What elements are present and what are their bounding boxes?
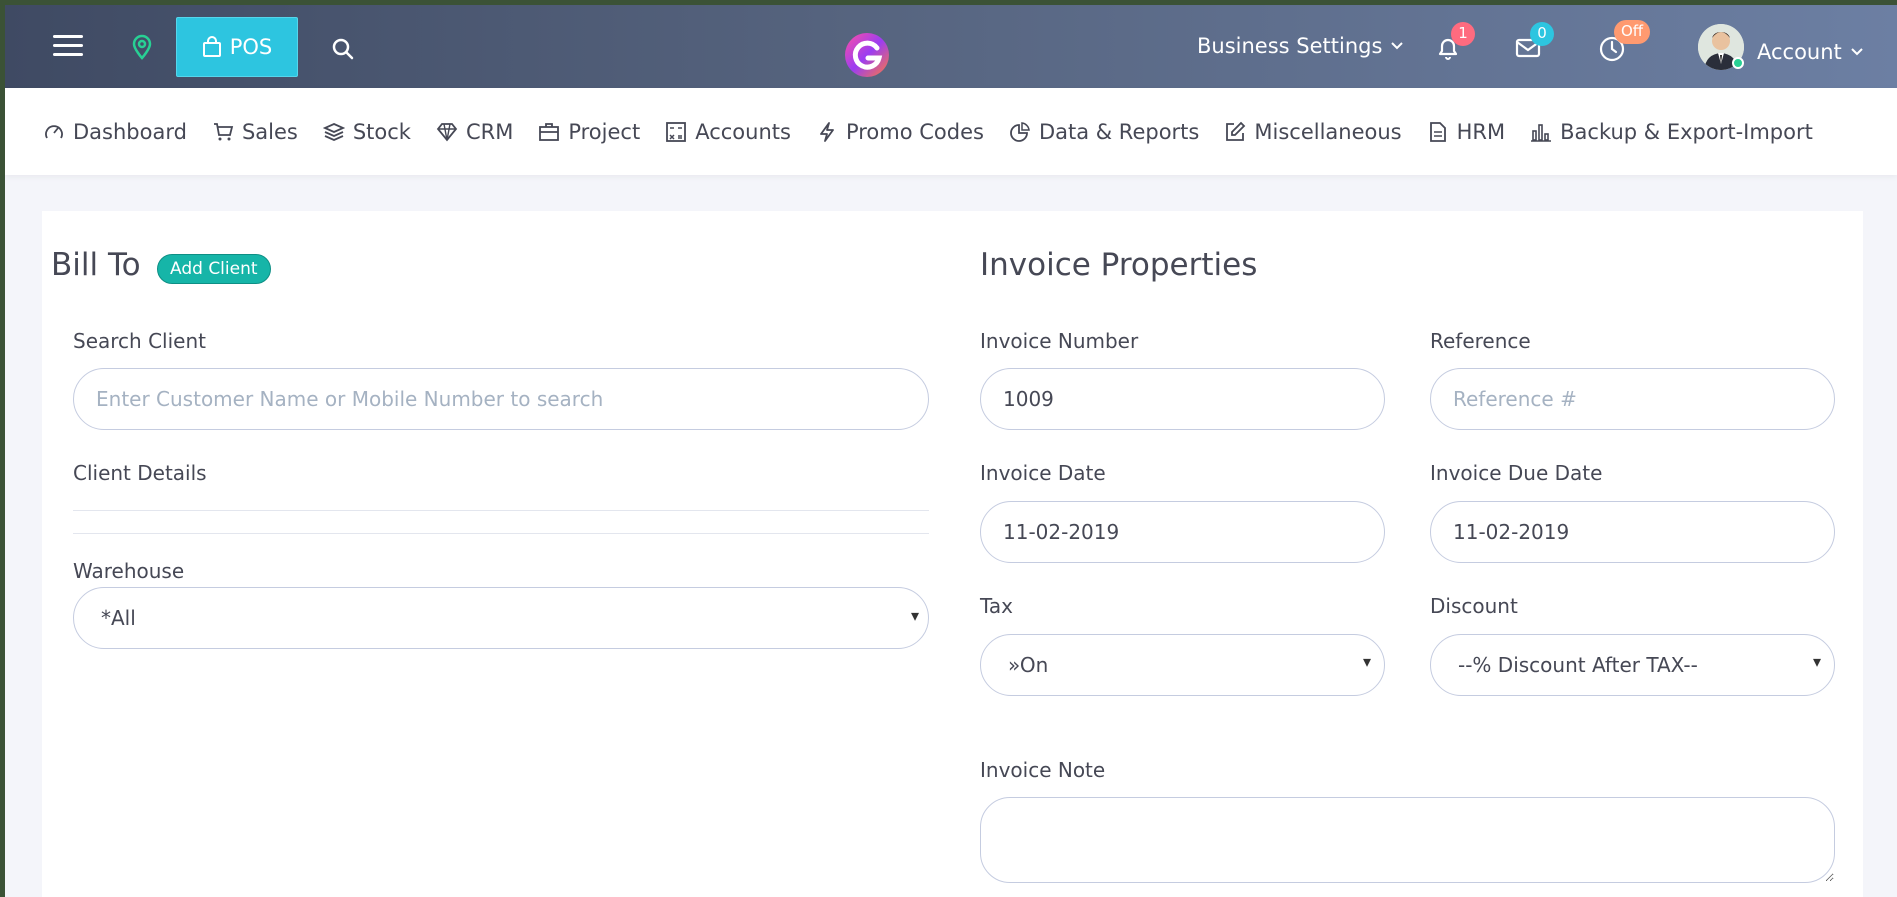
menu-item-promo-codes[interactable]: Promo Codes	[816, 120, 984, 144]
chevron-down-icon	[1851, 48, 1863, 56]
tax-select[interactable]: »On	[980, 634, 1385, 696]
location-pin-icon[interactable]	[131, 34, 153, 60]
messages-button[interactable]: 0	[1514, 22, 1554, 65]
menu-item-label: CRM	[465, 119, 514, 144]
timer-status-badge: Off	[1614, 20, 1651, 44]
timer-button[interactable]: Off	[1598, 20, 1651, 67]
menu-item-label: Stock	[352, 119, 411, 144]
business-settings-label: Business Settings	[1197, 34, 1383, 58]
menu-item-label: Miscellaneous	[1254, 119, 1402, 144]
bill-to-title: Bill To	[51, 247, 141, 283]
pos-button[interactable]: POS	[176, 17, 298, 77]
document-icon	[1429, 121, 1446, 142]
bar-chart-icon	[1531, 123, 1552, 142]
messages-count-badge: 0	[1530, 22, 1554, 46]
layers-icon	[322, 122, 345, 141]
invoice-due-date-input[interactable]	[1430, 501, 1835, 563]
invoice-number-label: Invoice Number	[980, 329, 1139, 353]
divider	[73, 510, 929, 511]
bolt-icon	[820, 121, 834, 142]
menu-item-label: Sales	[241, 119, 298, 144]
menu-item-label: Dashboard	[73, 119, 187, 144]
warehouse-label: Warehouse	[73, 559, 185, 583]
discount-label: Discount	[1430, 594, 1518, 618]
menu-item-sales[interactable]: Sales	[212, 120, 298, 144]
shopping-bag-icon	[202, 36, 221, 57]
edit-icon	[1226, 121, 1246, 141]
business-settings-dropdown[interactable]: Business Settings	[1197, 34, 1404, 58]
chevron-down-icon	[1391, 42, 1404, 50]
invoice-due-date-label: Invoice Due Date	[1430, 461, 1603, 485]
menu-item-project[interactable]: Project	[538, 120, 640, 144]
add-client-button[interactable]: Add Client	[157, 254, 271, 284]
warehouse-select[interactable]: *All	[73, 587, 929, 649]
client-details-label: Client Details	[73, 461, 207, 485]
reference-input[interactable]	[1430, 368, 1835, 430]
diamond-icon	[436, 122, 458, 141]
menu-item-backup-export-import[interactable]: Backup & Export-Import	[1530, 120, 1813, 144]
discount-select[interactable]: --% Discount After TAX--	[1430, 634, 1835, 696]
cart-icon	[213, 122, 234, 140]
online-status-dot	[1732, 57, 1744, 69]
notifications-count-badge: 1	[1451, 22, 1475, 46]
menu-item-data-reports[interactable]: Data & Reports	[1009, 120, 1199, 144]
invoice-form-card: Bill To Add Client Search Client Client …	[42, 211, 1863, 897]
menu-item-label: Promo Codes	[845, 119, 984, 144]
notifications-button[interactable]: 1	[1435, 22, 1475, 65]
menu-item-dashboard[interactable]: Dashboard	[43, 120, 187, 144]
menu-item-label: HRM	[1456, 119, 1506, 144]
menu-item-label: Project	[568, 119, 641, 144]
search-icon[interactable]	[331, 37, 355, 61]
main-menu: Dashboard Sales Stock CRM Project Accoun…	[5, 88, 1897, 175]
menu-item-label: Backup & Export-Import	[1560, 119, 1813, 144]
divider	[73, 533, 929, 534]
invoice-number-input[interactable]	[980, 368, 1385, 430]
menu-item-crm[interactable]: CRM	[436, 120, 513, 144]
search-client-input[interactable]	[73, 368, 929, 430]
account-dropdown[interactable]: Account	[1757, 40, 1864, 64]
briefcase-icon	[539, 122, 560, 141]
pos-label: POS	[229, 35, 273, 59]
top-navbar: POS Business Settings 1 0 Off Account	[5, 5, 1897, 88]
dashboard-icon	[45, 124, 63, 138]
invoice-date-input[interactable]	[980, 501, 1385, 563]
menu-item-label: Accounts	[695, 119, 791, 144]
app-logo[interactable]	[842, 30, 892, 80]
menu-item-stock[interactable]: Stock	[322, 119, 411, 144]
hamburger-menu-icon[interactable]	[53, 35, 83, 59]
search-client-label: Search Client	[73, 329, 206, 353]
app-window: POS Business Settings 1 0 Off Account Da…	[5, 5, 1897, 897]
invoice-date-label: Invoice Date	[980, 461, 1106, 485]
menu-item-accounts[interactable]: Accounts	[665, 120, 791, 144]
menu-item-miscellaneous[interactable]: Miscellaneous	[1224, 119, 1402, 144]
account-label: Account	[1757, 40, 1842, 64]
invoice-note-textarea[interactable]	[980, 797, 1835, 883]
calculator-icon	[666, 121, 687, 142]
tax-label: Tax	[980, 594, 1013, 618]
menu-item-label: Data & Reports	[1038, 119, 1200, 144]
invoice-note-label: Invoice Note	[980, 758, 1106, 782]
invoice-properties-title: Invoice Properties	[980, 247, 1258, 283]
reference-label: Reference	[1430, 329, 1531, 353]
menu-item-hrm[interactable]: HRM	[1427, 119, 1506, 144]
pie-chart-icon	[1010, 121, 1030, 142]
